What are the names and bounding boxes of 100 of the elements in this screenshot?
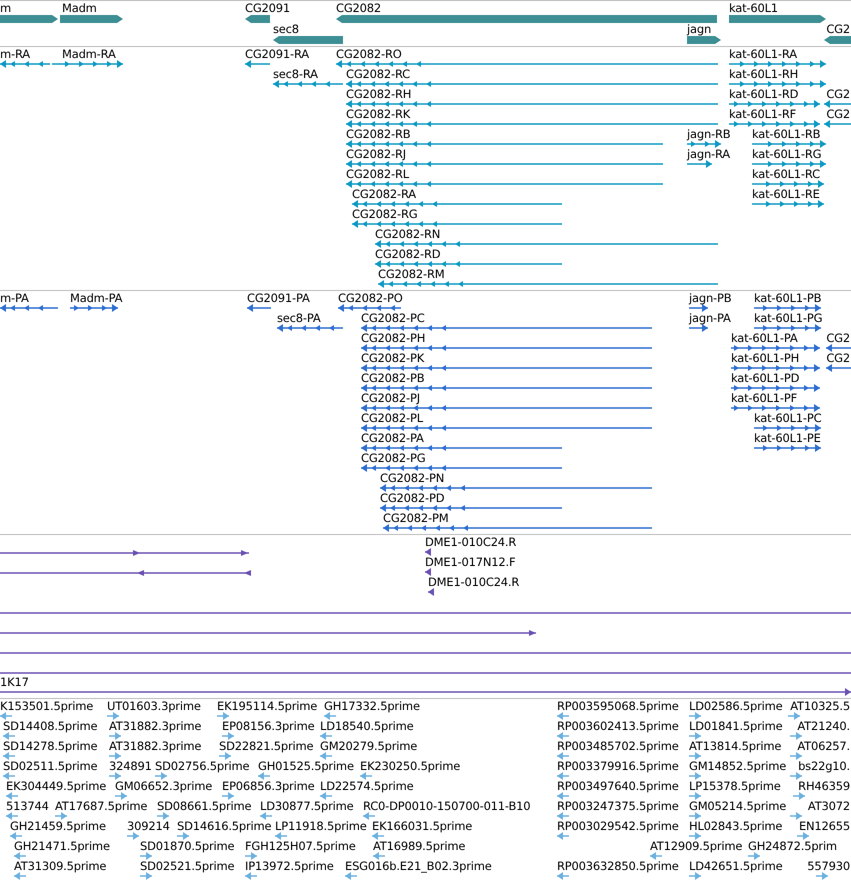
protein-label: kat-60L1-PH [731, 351, 800, 366]
est-label: SD02511.5prime [3, 759, 98, 774]
est-label: AT21240. [797, 719, 850, 734]
transcript-label: CG2082-RO [336, 47, 402, 62]
est-label: LD01841.5prime [689, 719, 783, 734]
est-label: RC0-DP0010-150700-011-B10 [363, 799, 530, 814]
est-label: LD30877.5prime [260, 799, 354, 814]
transcript-label: CG2082-RA [352, 187, 416, 202]
protein-label: jagn-PA [689, 311, 731, 326]
transcript-label: CG2082-RD [375, 247, 440, 262]
est-label: AT17687.5prime [55, 799, 148, 814]
gene-label: kat-60L1 [729, 1, 778, 16]
est-label: GH21459.5prime [10, 819, 106, 834]
est-label: AT3072 [808, 799, 850, 814]
est-label: AT13814.5prime [689, 739, 782, 754]
est-label: GH01525.5prime [258, 759, 354, 774]
est-label: 557930 [807, 859, 850, 874]
transcript-label: m-RA [0, 47, 30, 62]
gene-label: CG2091 [245, 1, 290, 16]
transcript-label: CG2 [826, 87, 850, 102]
est-label: EN12655 [798, 819, 850, 834]
protein-label: CG2082-PA [361, 431, 424, 446]
est-label: GM06652.3prime [115, 779, 212, 794]
transcript-label: kat-60L1-RC [752, 167, 820, 182]
est-label: 513744 [6, 799, 49, 814]
est-label: EP08156.3prime [222, 719, 314, 734]
est-label: UT01603.3prime [107, 699, 201, 714]
est-label: SD22821.5prime [219, 739, 314, 754]
est-label: K153501.5prime [0, 699, 94, 714]
transcript-label: kat-60L1-RD [729, 87, 798, 102]
est-label: AT31309.5prime [14, 859, 106, 874]
protein-label: CG2082-PC [361, 311, 425, 326]
transcript-label: CG2 [826, 107, 850, 122]
transcript-label: Madm-RA [62, 47, 116, 62]
protein-label: kat-60L1-PA [731, 331, 798, 346]
est-label: RP003595068.5prime [557, 699, 679, 714]
transcript-label: kat-60L1-RG [752, 147, 822, 162]
protein-label: sec8-PA [277, 311, 321, 326]
est-label: ESG016b.E21_B02.3prime [345, 859, 492, 874]
gene-label: Madm [62, 1, 97, 16]
gene-label: sec8 [273, 22, 299, 37]
est-label: SD02521.5prime [140, 859, 234, 874]
est-label: HL02843.5prime [689, 819, 782, 834]
protein-label: CG2091-PA [247, 291, 310, 306]
est-label: 309214 [127, 819, 170, 834]
transcript-label: CG2091-RA [245, 47, 309, 62]
protein-label: CG2082-PO [338, 291, 403, 306]
transcript-label: CG2082-RJ [346, 147, 406, 162]
protein-label: kat-60L1-PB [754, 291, 822, 306]
protein-label: CG2 [826, 331, 850, 346]
est-label: IP13972.5prime [245, 859, 334, 874]
est-label: GM05214.5prime [689, 799, 786, 814]
transcript-label: CG2082-RC [346, 67, 410, 82]
transcript-label: CG2082-RM [378, 267, 444, 282]
est-label: AT31882.3prime [109, 739, 202, 754]
protein-label: CG2082-PG [361, 451, 426, 466]
protein-label: CG2082-PH [361, 331, 426, 346]
transcript-label: CG2082-RB [346, 127, 410, 142]
est-label: EK304449.5prime [6, 779, 106, 794]
protein-label: CG2082-PJ [361, 391, 420, 406]
est-label: SD14408.5prime [3, 719, 98, 734]
clone-label: 1K17 [0, 675, 29, 690]
est-label: SD01870.5prime [140, 839, 234, 854]
transcript-label: CG2082-RL [346, 167, 409, 182]
protein-label: CG2082-PN [380, 471, 444, 486]
protein-label: kat-60L1-PF [731, 391, 798, 406]
est-label: SD02756.5prime [155, 759, 250, 774]
protein-label: CG2 [826, 351, 850, 366]
est-label: GH17332.5prime [324, 699, 420, 714]
transcript-label: kat-60L1-RB [752, 127, 820, 142]
clone-label: DME1-010C24.R [428, 575, 520, 590]
est-label: RP003029542.5prime [557, 819, 679, 834]
protein-label: CG2082-PL [361, 411, 423, 426]
est-label: AT10325.5 [790, 699, 850, 714]
est-label: LD42651.5prime [689, 859, 783, 874]
transcript-label: CG2082-RN [375, 227, 440, 242]
protein-label: CG2082-PB [361, 371, 424, 386]
est-label: 324891 [109, 759, 152, 774]
est-label: SD14616.5prime [177, 819, 272, 834]
protein-label: CG2082-PD [380, 491, 444, 506]
protein-label: Madm-PA [70, 291, 122, 306]
protein-label: kat-60L1-PG [754, 311, 822, 326]
clone-label: DME1-010C24.R [425, 535, 516, 550]
gene-label: jagn [687, 22, 712, 37]
est-label: EP06856.3prime [222, 779, 314, 794]
protein-label: kat-60L1-PD [731, 371, 800, 386]
protein-label: CG2082-PM [383, 511, 448, 526]
est-label: EK166031.5prime [372, 819, 472, 834]
est-label: GH24872.5prim [748, 839, 837, 854]
gene-label: CG2082 [336, 1, 382, 16]
transcript-label: kat-60L1-RE [752, 187, 820, 202]
gene-label: CG2 [826, 22, 850, 37]
est-label: RP003379916.5prime [557, 759, 679, 774]
protein-label: kat-60L1-PC [754, 411, 822, 426]
est-label: bs22g10. [798, 759, 850, 774]
est-label: AT12909.5prime [650, 839, 742, 854]
transcript-label: jagn-RB [687, 127, 730, 142]
gene-label: m [0, 1, 12, 16]
transcript-label: CG2082-RH [346, 87, 412, 102]
est-label: RP003485702.5prime [557, 739, 679, 754]
